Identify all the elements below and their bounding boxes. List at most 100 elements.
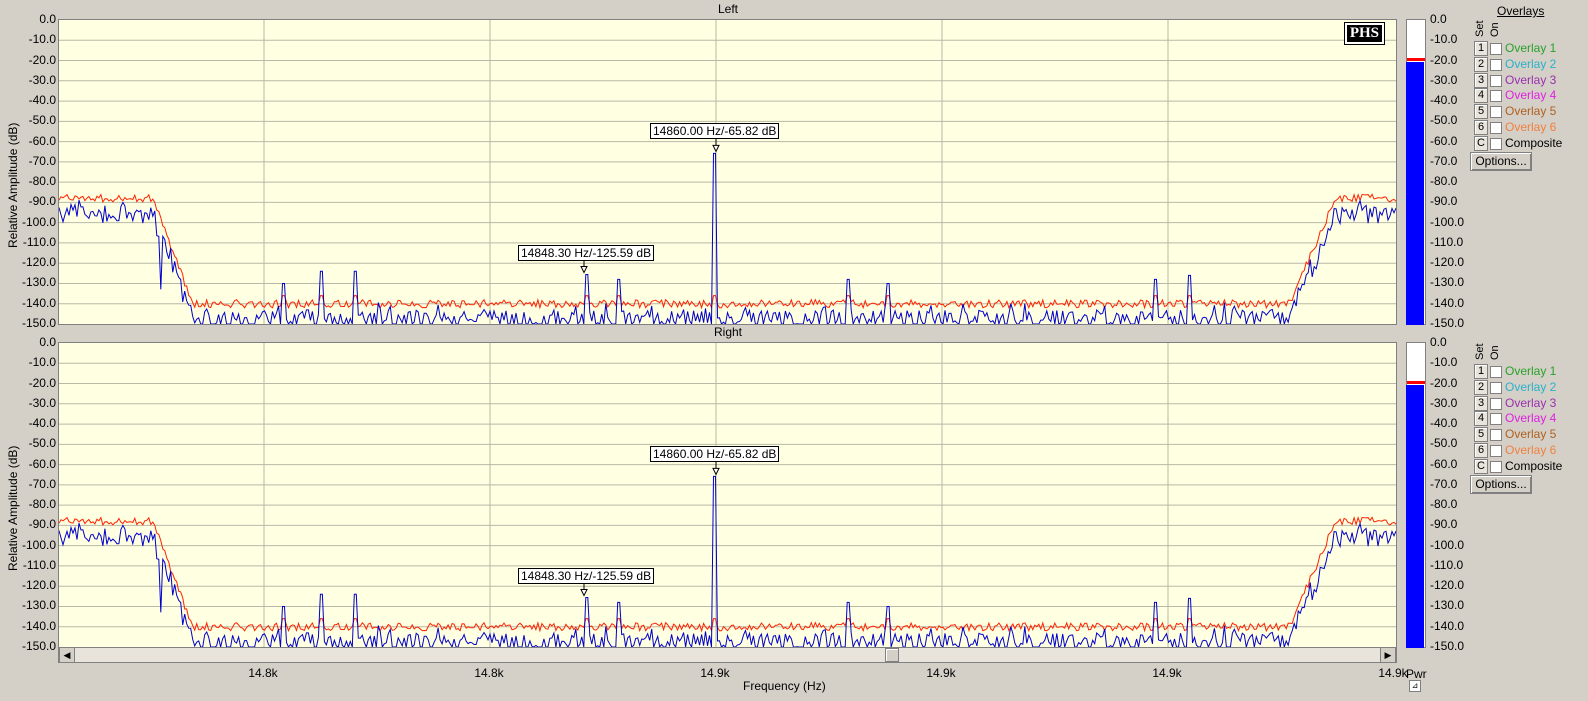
overlay-set-button[interactable]: 1 — [1474, 364, 1488, 379]
meter-tick-label: -90.0 — [1430, 517, 1458, 532]
trace-red — [59, 192, 1396, 310]
spectrum-plot-left[interactable]: PHS 14860.00 Hz/-65.82 dB 14848.30 Hz/-12… — [58, 19, 1397, 325]
y-tick-label: -100.0 — [21, 214, 56, 229]
overlay-on-checkbox[interactable] — [1490, 429, 1502, 442]
meter-tick-label: -40.0 — [1430, 416, 1458, 431]
overlay-set-button[interactable]: 6 — [1474, 443, 1488, 458]
y-tick-label: -10.0 — [28, 32, 56, 47]
overlay-on-checkbox[interactable] — [1490, 445, 1502, 457]
y-tick-label: -130.0 — [21, 275, 56, 290]
y-tick-label: -60.0 — [28, 456, 56, 471]
y-tick-label: -50.0 — [28, 113, 56, 128]
overlay-on-checkbox[interactable] — [1490, 106, 1502, 119]
marker-triangle — [712, 144, 720, 153]
overlay-on-header: On — [1489, 345, 1501, 360]
y-tick-label: -20.0 — [28, 375, 56, 390]
overlay-label: Overlay 3 — [1505, 72, 1557, 87]
overlay-on-checkbox[interactable] — [1490, 137, 1502, 150]
overlay-on-checkbox[interactable] — [1490, 43, 1502, 55]
overlay-label: Composite — [1505, 135, 1563, 150]
overlay-set-button[interactable]: 1 — [1474, 41, 1488, 56]
meter-tick-label: -90.0 — [1430, 194, 1458, 209]
y-tick-label: -130.0 — [21, 598, 56, 613]
overlay-on-checkbox[interactable] — [1490, 90, 1502, 103]
marker-label[interactable]: 14860.00 Hz/-65.82 dB — [650, 123, 780, 140]
meter-tick-label: -20.0 — [1430, 375, 1458, 390]
overlay-set-button[interactable]: 6 — [1474, 120, 1488, 135]
spectrum-analyzer-window: Left Relative Amplitude (dB) PHS 14860.0… — [0, 0, 1588, 701]
overlay-set-button[interactable]: 2 — [1474, 379, 1488, 395]
overlay-set-button[interactable]: 5 — [1474, 104, 1488, 120]
y-tick-label: -70.0 — [28, 153, 56, 168]
marker-label[interactable]: 14848.30 Hz/-125.59 dB — [518, 567, 655, 584]
power-meter-right-fill — [1406, 384, 1424, 648]
y-tick-label: -40.0 — [28, 416, 56, 431]
overlay-set-button[interactable]: C — [1474, 458, 1488, 474]
overlay-on-checkbox[interactable] — [1490, 460, 1502, 473]
meter-tick-label: 0.0 — [1430, 335, 1447, 349]
scroll-left-button[interactable]: ◀ — [59, 647, 75, 663]
y-tick-label: -90.0 — [28, 517, 56, 532]
power-meter-left-peak — [1407, 57, 1425, 61]
y-tick-label: 0.0 — [39, 335, 56, 349]
scroll-right-button[interactable]: ▶ — [1380, 647, 1396, 663]
overlay-label: Overlay 1 — [1505, 364, 1557, 378]
overlay-set-button[interactable]: 3 — [1474, 72, 1488, 88]
y-tick-label: -10.0 — [28, 355, 56, 370]
y-tick-label: -140.0 — [21, 295, 56, 310]
pwr-label: Pwr — [1406, 667, 1427, 681]
meter-tick-label: -80.0 — [1430, 497, 1458, 512]
y-tick-label: -120.0 — [21, 255, 56, 270]
meter-tick-label: -150.0 — [1430, 316, 1465, 330]
overlay-label: Overlay 3 — [1505, 395, 1557, 410]
overlay-on-checkbox[interactable] — [1490, 381, 1502, 394]
trace-blue — [59, 152, 1396, 324]
overlay-options-button[interactable]: Options... — [1470, 475, 1532, 494]
overlay-set-button[interactable]: 4 — [1474, 88, 1488, 104]
overlay-options-button[interactable]: Options... — [1470, 152, 1532, 171]
overlay-set-header: Set — [1474, 20, 1486, 37]
scroll-thumb[interactable] — [885, 648, 899, 662]
meter-tick-label: -70.0 — [1430, 153, 1458, 168]
trace-red — [59, 515, 1396, 633]
y-tick-label: -80.0 — [28, 174, 56, 189]
y-tick-label: -110.0 — [22, 234, 56, 249]
overlay-label: Composite — [1505, 458, 1563, 473]
overlay-set-button[interactable]: 3 — [1474, 395, 1488, 411]
y-tick-label: -100.0 — [21, 537, 56, 552]
spectrum-chart-right — [59, 343, 1396, 647]
y-tick-label: -50.0 — [28, 436, 56, 451]
overlay-on-checkbox[interactable] — [1490, 397, 1502, 410]
overlay-set-button[interactable]: 5 — [1474, 427, 1488, 443]
overlay-on-checkbox[interactable] — [1490, 74, 1502, 87]
overlay-set-button[interactable]: 2 — [1474, 56, 1488, 72]
marker-triangle — [712, 467, 720, 476]
y-tick-label: -140.0 — [21, 618, 56, 633]
resize-grip-icon[interactable]: ⊿ — [1409, 680, 1421, 692]
meter-tick-label: -70.0 — [1430, 476, 1458, 491]
overlay-on-checkbox[interactable] — [1490, 58, 1502, 71]
overlay-label: Overlay 5 — [1505, 427, 1557, 442]
marker-label[interactable]: 14860.00 Hz/-65.82 dB — [650, 446, 780, 463]
meter-tick-label: -80.0 — [1430, 174, 1458, 189]
overlay-on-checkbox[interactable] — [1490, 413, 1502, 426]
overlay-on-checkbox[interactable] — [1490, 366, 1502, 378]
meter-tick-label: -140.0 — [1430, 295, 1465, 310]
marker-label[interactable]: 14848.30 Hz/-125.59 dB — [518, 244, 655, 261]
x-tick-label: 14.8k — [248, 666, 278, 680]
spectrum-plot-right[interactable]: 14860.00 Hz/-65.82 dB 14848.30 Hz/-125.59… — [58, 342, 1397, 648]
meter-tick-label: -100.0 — [1430, 214, 1465, 229]
power-meter-right-peak — [1407, 380, 1425, 384]
power-meter-left-fill — [1406, 61, 1424, 325]
marker-triangle — [580, 266, 588, 274]
overlay-set-button[interactable]: C — [1474, 135, 1488, 151]
meter-tick-label: -40.0 — [1430, 93, 1458, 108]
overlay-label: Overlay 4 — [1505, 88, 1557, 103]
meter-tick-label: -120.0 — [1430, 255, 1465, 270]
horizontal-scrollbar[interactable]: ◀ ▶ — [58, 647, 1397, 663]
x-tick-label: 14.9k — [926, 666, 956, 680]
overlay-set-button[interactable]: 4 — [1474, 411, 1488, 427]
x-tick-label: 14.9k — [1152, 666, 1182, 680]
overlay-on-checkbox[interactable] — [1490, 122, 1502, 134]
x-tick-label: 14.9k — [700, 666, 730, 680]
